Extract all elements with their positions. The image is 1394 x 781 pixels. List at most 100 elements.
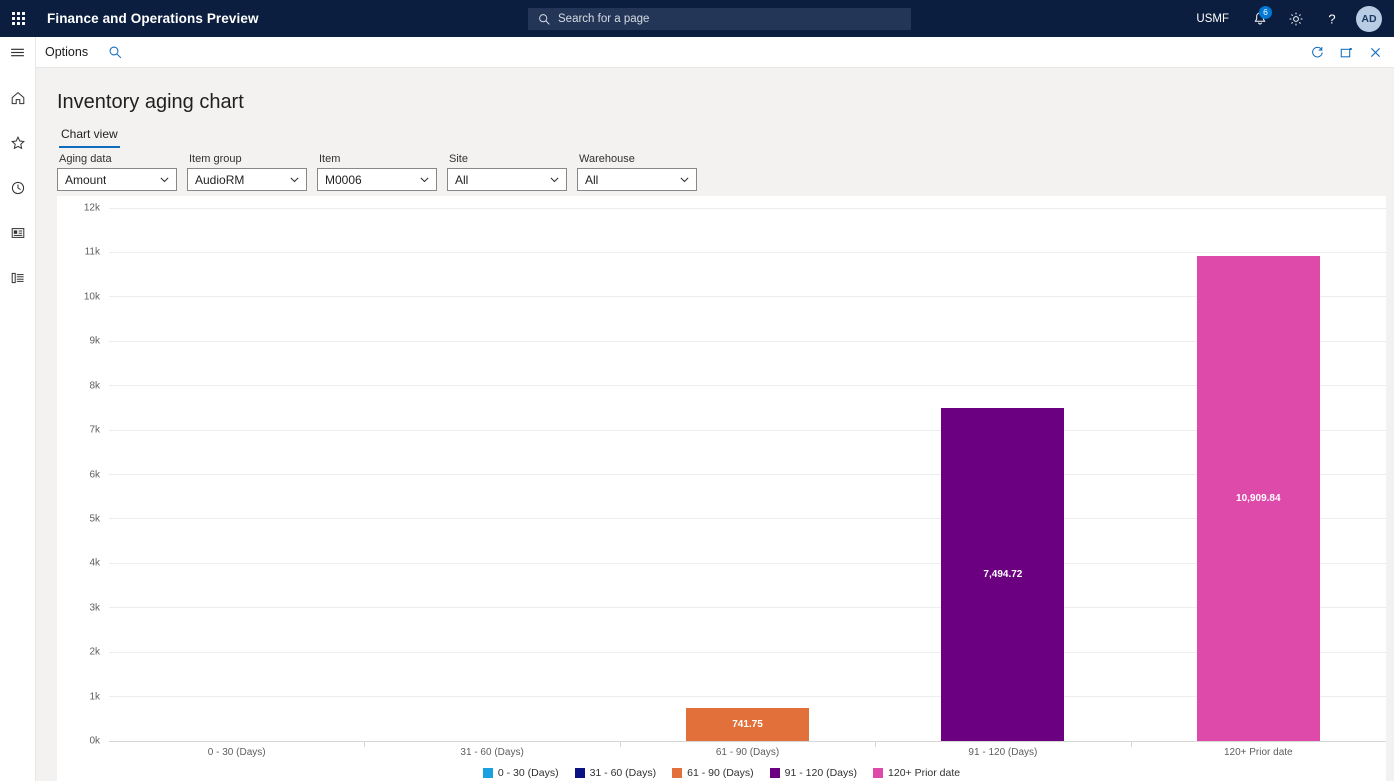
command-bar: Options xyxy=(36,37,1394,68)
open-in-new-window-icon[interactable] xyxy=(1332,37,1361,68)
options-button[interactable]: Options xyxy=(45,45,88,59)
top-bar-actions: USMF 6 ? AD xyxy=(1183,0,1394,37)
site-value: All xyxy=(448,173,468,187)
y-axis-tick: 4k xyxy=(89,558,100,569)
refresh-icon[interactable] xyxy=(1303,37,1332,68)
chart-bars: 741.75 7,494.72 10,909.84 xyxy=(109,196,1386,741)
filter-bar: Aging data Amount Item group AudioRM Ite… xyxy=(57,153,697,191)
y-axis-tick: 1k xyxy=(89,691,100,702)
close-icon[interactable] xyxy=(1361,37,1390,68)
tab-strip: Chart view xyxy=(59,127,120,148)
chevron-down-icon xyxy=(159,169,170,190)
filter-label: Item group xyxy=(187,153,307,165)
company-selector[interactable]: USMF xyxy=(1183,13,1242,25)
home-icon[interactable] xyxy=(0,82,36,113)
y-axis-tick: 10k xyxy=(84,291,100,302)
x-axis-divider xyxy=(620,742,621,747)
filter-label: Item xyxy=(317,153,437,165)
legend-swatch xyxy=(873,768,883,778)
filter-item: Item M0006 xyxy=(317,153,437,191)
item-group-value: AudioRM xyxy=(188,173,244,187)
y-axis-tick: 7k xyxy=(89,425,100,436)
legend-label: 91 - 120 (Days) xyxy=(785,767,857,779)
x-axis-tick: 120+ Prior date xyxy=(1224,747,1293,758)
y-axis-tick: 12k xyxy=(84,203,100,214)
y-axis-tick: 9k xyxy=(89,336,100,347)
help-button[interactable]: ? xyxy=(1314,0,1350,37)
legend-label: 31 - 60 (Days) xyxy=(590,767,657,779)
legend-item[interactable]: 31 - 60 (Days) xyxy=(575,767,657,779)
chevron-down-icon xyxy=(549,169,560,190)
legend-label: 61 - 90 (Days) xyxy=(687,767,754,779)
legend-item[interactable]: 61 - 90 (Days) xyxy=(672,767,754,779)
y-axis-tick: 11k xyxy=(85,247,100,258)
filter-site: Site All xyxy=(447,153,567,191)
chart-bar[interactable]: 7,494.72 xyxy=(941,408,1064,741)
filter-label: Warehouse xyxy=(577,153,697,165)
site-dropdown[interactable]: All xyxy=(447,168,567,191)
notification-count-badge: 6 xyxy=(1259,6,1272,19)
warehouse-dropdown[interactable]: All xyxy=(577,168,697,191)
legend-item[interactable]: 0 - 30 (Days) xyxy=(483,767,559,779)
filter-label: Site xyxy=(447,153,567,165)
bar-value-label: 7,494.72 xyxy=(983,569,1022,580)
legend-item[interactable]: 91 - 120 (Days) xyxy=(770,767,857,779)
legend-label: 120+ Prior date xyxy=(888,767,960,779)
legend-swatch xyxy=(575,768,585,778)
left-navigation-rail xyxy=(0,37,36,781)
aging-data-value: Amount xyxy=(58,173,106,187)
x-axis-divider xyxy=(1131,742,1132,747)
chevron-down-icon xyxy=(289,169,300,190)
chevron-down-icon xyxy=(419,169,430,190)
list-icon[interactable] xyxy=(0,262,36,293)
x-axis-tick: 91 - 120 (Days) xyxy=(968,747,1037,758)
y-axis-tick: 8k xyxy=(89,380,100,391)
global-search-box[interactable]: Search for a page xyxy=(528,8,911,30)
legend-label: 0 - 30 (Days) xyxy=(498,767,559,779)
chart-bar[interactable]: 10,909.84 xyxy=(1197,256,1320,741)
clock-icon[interactable] xyxy=(0,172,36,203)
item-dropdown[interactable]: M0006 xyxy=(317,168,437,191)
star-icon[interactable] xyxy=(0,127,36,158)
legend-swatch xyxy=(770,768,780,778)
item-value: M0006 xyxy=(318,173,362,187)
legend-swatch xyxy=(483,768,493,778)
y-axis-tick: 3k xyxy=(89,602,100,613)
aging-data-dropdown[interactable]: Amount xyxy=(57,168,177,191)
search-icon xyxy=(538,13,551,26)
global-search-placeholder: Search for a page xyxy=(558,13,649,25)
chevron-down-icon xyxy=(679,169,690,190)
workspace-icon[interactable] xyxy=(0,217,36,248)
hamburger-menu-icon[interactable] xyxy=(0,37,36,68)
inventory-aging-chart: 0k1k2k3k4k5k6k7k8k9k10k11k12k 741.757,49… xyxy=(57,196,1386,781)
x-axis-tick: 31 - 60 (Days) xyxy=(460,747,523,758)
warehouse-value: All xyxy=(578,173,598,187)
filter-aging-data: Aging data Amount xyxy=(57,153,177,191)
y-axis-tick: 5k xyxy=(89,513,100,524)
chart-bar[interactable]: 741.75 xyxy=(686,708,809,741)
bar-value-label: 741.75 xyxy=(732,719,763,730)
legend-item[interactable]: 120+ Prior date xyxy=(873,767,960,779)
settings-button[interactable] xyxy=(1278,0,1314,37)
y-axis-labels: 0k1k2k3k4k5k6k7k8k9k10k11k12k xyxy=(57,196,107,741)
page-content: Inventory aging chart Chart view Aging d… xyxy=(36,68,1394,781)
item-group-dropdown[interactable]: AudioRM xyxy=(187,168,307,191)
x-axis-divider xyxy=(364,742,365,747)
chart-plot-area: 0k1k2k3k4k5k6k7k8k9k10k11k12k 741.757,49… xyxy=(57,196,1386,741)
avatar[interactable]: AD xyxy=(1356,6,1382,32)
page-title: Inventory aging chart xyxy=(57,91,244,114)
x-axis-tick: 61 - 90 (Days) xyxy=(716,747,779,758)
tab-chart-view[interactable]: Chart view xyxy=(59,127,120,148)
notifications-button[interactable]: 6 xyxy=(1242,0,1278,37)
x-axis-tick: 0 - 30 (Days) xyxy=(208,747,266,758)
search-icon[interactable] xyxy=(108,45,123,60)
chart-legend: 0 - 30 (Days) 31 - 60 (Days) 61 - 90 (Days… xyxy=(57,767,1386,779)
filter-warehouse: Warehouse All xyxy=(577,153,697,191)
top-navigation-bar: Finance and Operations Preview Search fo… xyxy=(0,0,1394,37)
app-launcher-icon[interactable] xyxy=(0,0,37,37)
bar-value-label: 10,909.84 xyxy=(1236,493,1281,504)
x-axis-divider xyxy=(875,742,876,747)
filter-item-group: Item group AudioRM xyxy=(187,153,307,191)
filter-label: Aging data xyxy=(57,153,177,165)
svg-text:?: ? xyxy=(1328,11,1335,26)
